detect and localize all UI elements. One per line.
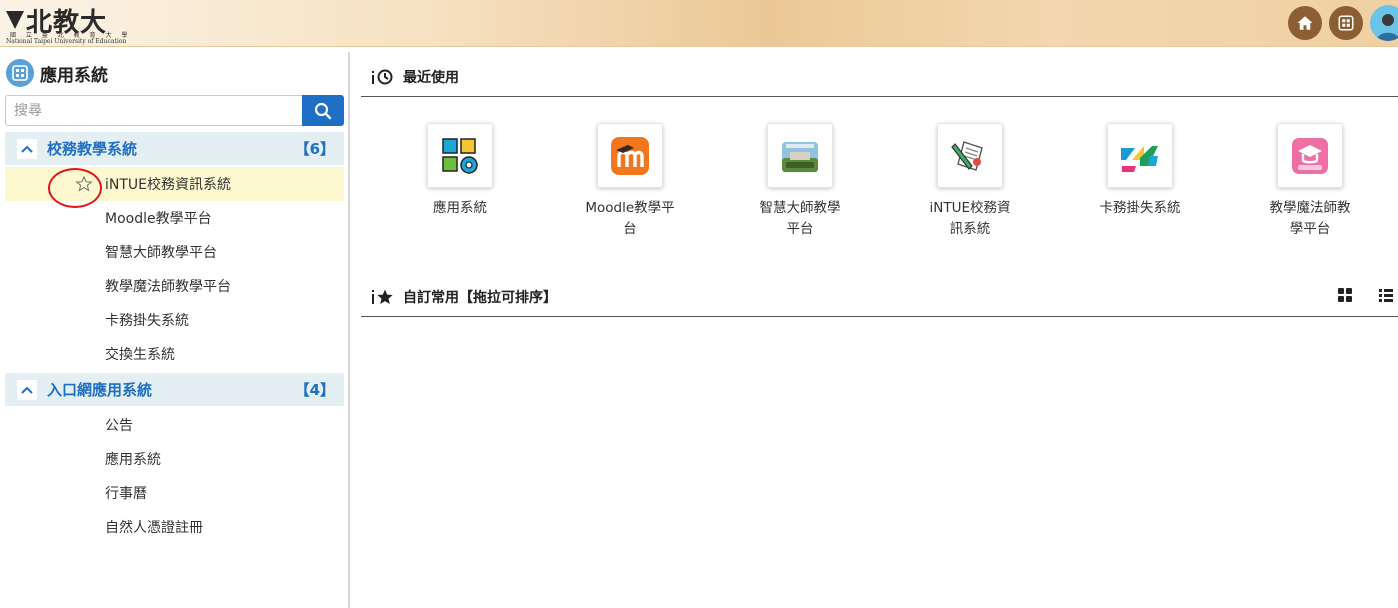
star-list-icon	[371, 288, 397, 306]
sidebar-item-smart-master[interactable]: 智慧大師教學平台	[5, 235, 344, 269]
user-avatar[interactable]	[1370, 5, 1398, 41]
app-label: 卡務掛失系統	[1099, 200, 1181, 216]
sidebar-item-label: Moodle教學平台	[105, 211, 212, 227]
chevron-up-icon[interactable]	[17, 138, 37, 159]
sidebar: 應用系統 校務教學系統 【6】 iNTUE校務資訊系統 Moodle教學平台 智…	[0, 52, 350, 608]
sidebar-item-label: 卡務掛失系統	[105, 313, 189, 329]
moodle-icon	[611, 136, 649, 175]
app-label: 應用系統	[433, 200, 487, 216]
app-label: 教學魔法師教學平台	[1269, 200, 1351, 237]
user-icon	[1376, 14, 1398, 41]
sidebar-item-announcements[interactable]: 公告	[5, 408, 344, 442]
home-button[interactable]	[1288, 6, 1322, 40]
sidebar-item-label: 交換生系統	[105, 347, 175, 363]
sidebar-item-label: 教學魔法師教學平台	[105, 279, 231, 295]
logo-subtitle-en: National Taipei University of Education	[6, 38, 127, 45]
recent-app-moodle[interactable]: Moodle教學平台	[560, 123, 700, 240]
recent-app-smart-master[interactable]: 智慧大師教學平台	[730, 123, 870, 240]
recent-section-header: 最近使用	[361, 57, 1398, 97]
sidebar-item-exchange-student[interactable]: 交換生系統	[5, 337, 344, 371]
group-header-portal[interactable]: 入口網應用系統 【4】	[5, 373, 344, 406]
recent-title: 最近使用	[403, 69, 459, 86]
history-icon	[371, 68, 397, 86]
sidebar-item-teaching-wizard[interactable]: 教學魔法師教學平台	[5, 269, 344, 303]
sidebar-item-citizen-cert[interactable]: 自然人憑證註冊	[5, 510, 344, 544]
sidebar-item-moodle[interactable]: Moodle教學平台	[5, 201, 344, 235]
sidebar-title: 應用系統	[40, 65, 108, 86]
sidebar-item-label: 智慧大師教學平台	[105, 245, 217, 261]
favorites-section-header: 自訂常用【拖拉可排序】	[361, 277, 1398, 317]
apps-icon	[6, 59, 34, 87]
group-count: 【4】	[294, 381, 335, 399]
sidebar-item-label: 應用系統	[105, 452, 161, 468]
grid-icon	[1338, 15, 1354, 31]
search-bar	[5, 95, 344, 126]
app-label: iNTUE校務資訊系統	[929, 200, 1011, 237]
card-logo-icon	[1121, 145, 1158, 172]
apps-grid-gear-icon	[442, 137, 478, 174]
recent-app-teaching-wizard[interactable]: 教學魔法師教學平台	[1240, 123, 1380, 240]
grid-view-icon[interactable]	[1337, 287, 1353, 303]
document-pen-icon	[951, 140, 983, 171]
group-label: 入口網應用系統	[47, 381, 153, 399]
search-input[interactable]	[5, 95, 302, 126]
group-count: 【6】	[294, 140, 335, 158]
recent-app-applications[interactable]: 應用系統	[390, 123, 530, 219]
university-logo[interactable]: 北教大 國 立 臺 北 教 育 大 學 National Taipei Univ…	[4, 2, 127, 45]
sidebar-item-label: 自然人憑證註冊	[105, 520, 203, 536]
app-label: 智慧大師教學平台	[759, 200, 841, 237]
sidebar-item-applications[interactable]: 應用系統	[5, 442, 344, 476]
graduation-cap-icon	[1292, 137, 1328, 174]
sidebar-header: 應用系統	[6, 59, 108, 87]
home-icon	[1297, 16, 1313, 30]
group-label: 校務教學系統	[47, 140, 138, 158]
group-header-academic[interactable]: 校務教學系統 【6】	[5, 132, 344, 165]
chevron-up-icon[interactable]	[17, 379, 37, 400]
recent-app-card-loss[interactable]: 卡務掛失系統	[1070, 123, 1210, 219]
app-label: Moodle教學平台	[585, 200, 675, 237]
recent-app-intue[interactable]: iNTUE校務資訊系統	[900, 123, 1040, 240]
list-view-icon[interactable]	[1378, 287, 1394, 303]
favorites-title: 自訂常用【拖拉可排序】	[403, 289, 557, 306]
top-header: 北教大 國 立 臺 北 教 育 大 學 National Taipei Univ…	[0, 0, 1398, 47]
search-button[interactable]	[302, 95, 344, 126]
sidebar-item-card-loss[interactable]: 卡務掛失系統	[5, 303, 344, 337]
sidebar-item-label: 行事曆	[105, 486, 147, 502]
sidebar-item-label: 公告	[105, 418, 133, 434]
campus-photo-icon	[782, 141, 818, 172]
apps-button[interactable]	[1329, 6, 1363, 40]
sidebar-item-label: iNTUE校務資訊系統	[105, 177, 232, 193]
sidebar-item-calendar[interactable]: 行事曆	[5, 476, 344, 510]
highlight-circle	[48, 168, 102, 208]
search-icon	[314, 102, 332, 119]
emblem-icon	[6, 11, 24, 29]
